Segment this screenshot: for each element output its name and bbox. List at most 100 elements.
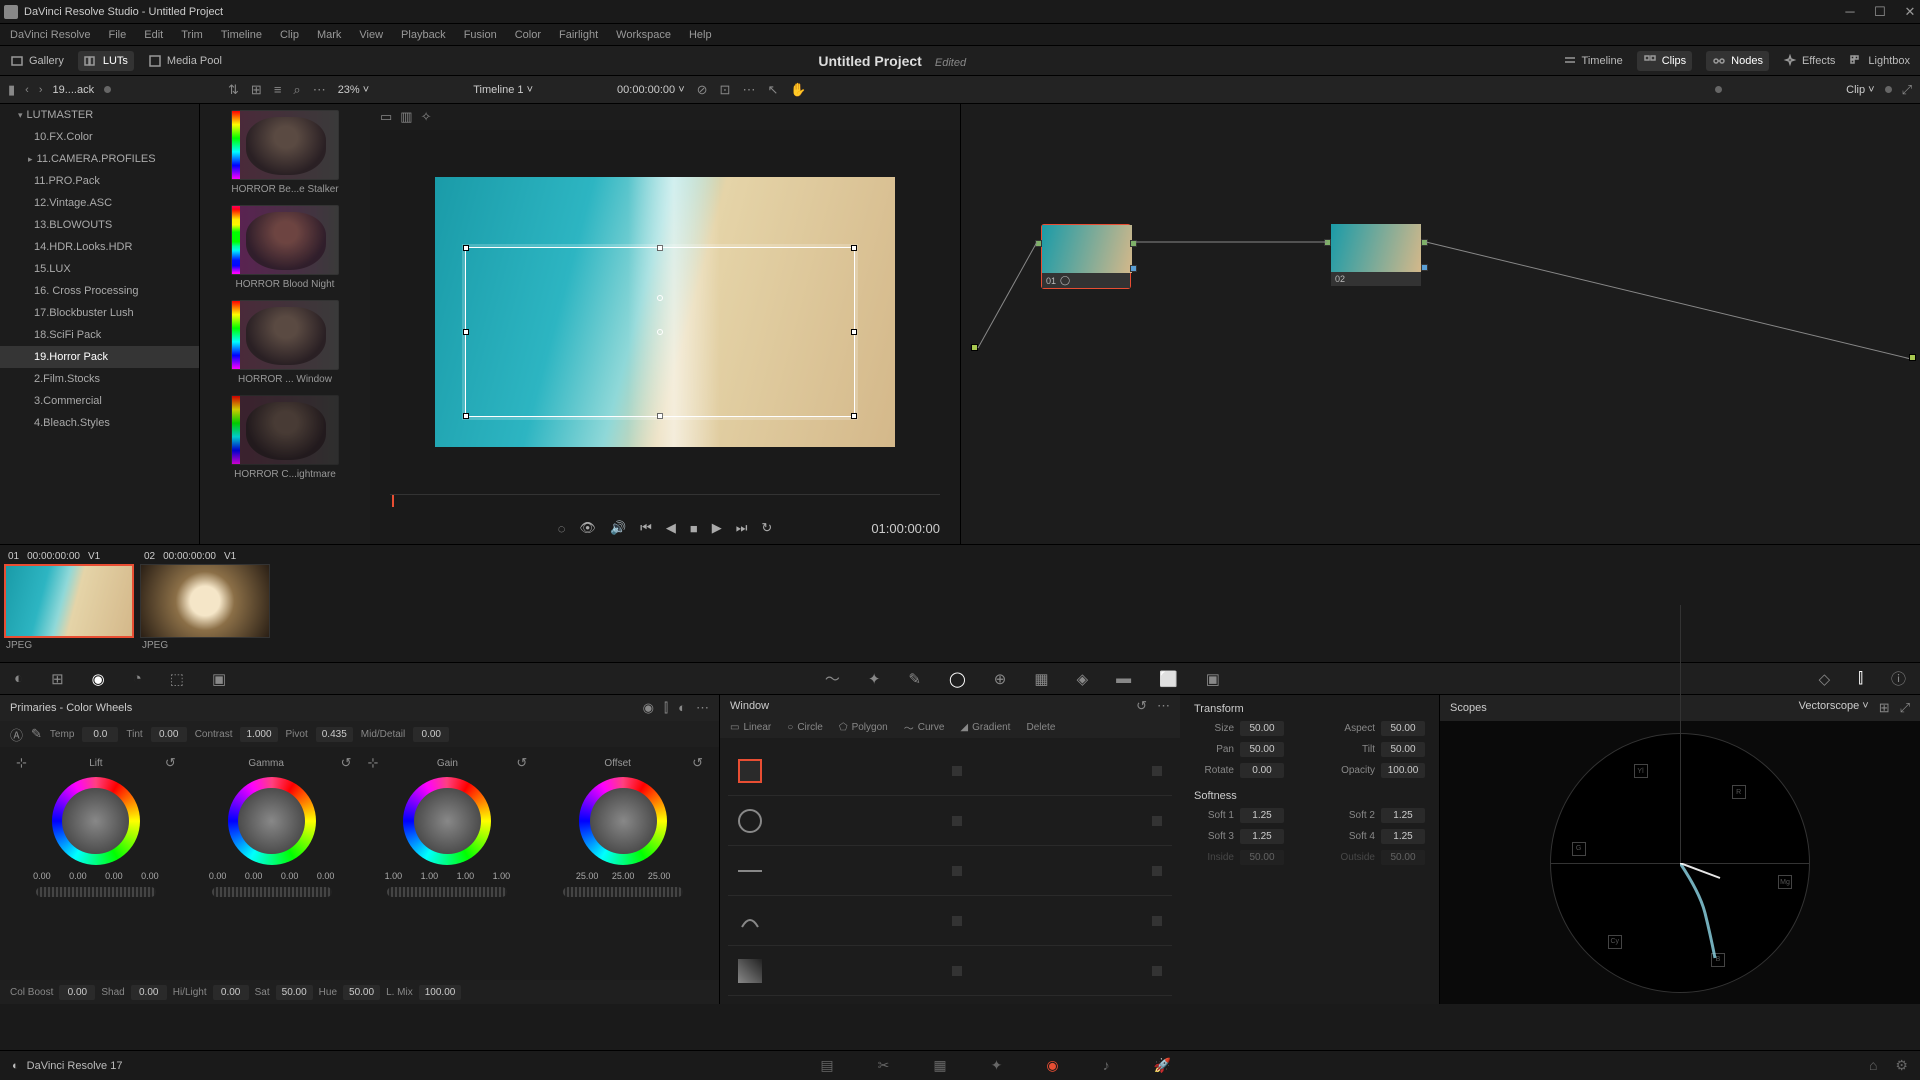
output-port[interactable]: [1909, 354, 1916, 361]
primaries-more-button[interactable]: ⋯: [696, 700, 709, 716]
menu-fusion[interactable]: Fusion: [464, 29, 497, 41]
cut-page-button[interactable]: ✂: [878, 1057, 890, 1074]
shape-row-curve[interactable]: [728, 896, 1172, 946]
shape-row-rect[interactable]: [728, 746, 1172, 796]
shape-invert[interactable]: [1152, 766, 1162, 776]
nav-back-button[interactable]: ‹: [25, 84, 29, 96]
camera-raw-icon[interactable]: ◐: [14, 670, 23, 687]
clip-item-02[interactable]: 0200:00:00:00V1 JPEG: [140, 549, 270, 653]
linear-tool[interactable]: ▭Linear: [730, 722, 771, 733]
sidebar-item[interactable]: 17.Blockbuster Lush: [0, 302, 199, 324]
shape-row-circle[interactable]: [728, 796, 1172, 846]
sidebar-item[interactable]: 14.HDR.Looks.HDR: [0, 236, 199, 258]
loop-button[interactable]: ↻: [761, 520, 772, 536]
scopes-toggle-icon[interactable]: ⫿: [1858, 670, 1863, 687]
playhead[interactable]: [392, 495, 394, 507]
shape-toggle[interactable]: [952, 816, 962, 826]
hdr-icon[interactable]: ◔: [133, 670, 142, 687]
sidebar-item[interactable]: 2.Film.Stocks: [0, 368, 199, 390]
edit-page-button[interactable]: ▦: [933, 1057, 946, 1074]
shape-invert[interactable]: [1152, 916, 1162, 926]
sidebar-item[interactable]: 13.BLOWOUTS: [0, 214, 199, 236]
gamma-color-wheel[interactable]: [228, 777, 316, 865]
window-reset-button[interactable]: ↺: [1136, 698, 1147, 714]
node-alpha-port[interactable]: [1421, 264, 1428, 271]
shape-toggle[interactable]: [952, 866, 962, 876]
soft4-value[interactable]: 1.25: [1381, 829, 1425, 844]
project-settings-button[interactable]: ⚙: [1895, 1057, 1908, 1074]
fairlight-page-button[interactable]: ♪: [1103, 1057, 1110, 1074]
lut-item[interactable]: HORROR C...ightmare: [206, 395, 364, 480]
timeline-selector[interactable]: Timeline 1 ˅: [473, 84, 533, 96]
soft2-value[interactable]: 1.25: [1381, 808, 1425, 823]
sort-button[interactable]: ⇅: [228, 82, 239, 98]
color-page-button[interactable]: ◉: [1046, 1057, 1058, 1074]
sidebar-item[interactable]: 3.Commercial: [0, 390, 199, 412]
menu-davinci[interactable]: DaVinci Resolve: [10, 29, 91, 41]
log-mode-button[interactable]: ◐: [678, 700, 686, 716]
menu-file[interactable]: File: [109, 29, 127, 41]
aspect-value[interactable]: 50.00: [1381, 721, 1425, 736]
3d-icon[interactable]: ▣: [1206, 670, 1220, 688]
source-port[interactable]: [971, 344, 978, 351]
lut-item[interactable]: HORROR Be...e Stalker: [206, 110, 364, 195]
hue-value[interactable]: 50.00: [343, 985, 380, 1000]
media-page-button[interactable]: ▤: [820, 1057, 833, 1074]
scope-type-selector[interactable]: Vectorscope ˅: [1799, 700, 1869, 716]
soft1-value[interactable]: 1.25: [1240, 808, 1284, 823]
magic-mask-icon[interactable]: ▦: [1034, 670, 1048, 688]
gain-jog[interactable]: [387, 887, 507, 897]
search-button[interactable]: ⌕: [293, 82, 300, 98]
scope-selector[interactable]: Clip ˅: [1846, 84, 1874, 96]
close-button[interactable]: ✕: [1904, 6, 1916, 18]
luts-button[interactable]: LUTs: [78, 51, 134, 71]
sizing-icon[interactable]: ⬜: [1159, 670, 1178, 688]
step-back-button[interactable]: ◀: [666, 520, 676, 536]
node-output-port[interactable]: [1421, 239, 1428, 246]
polygon-tool[interactable]: ⬠Polygon: [839, 722, 888, 733]
gain-color-wheel[interactable]: [403, 777, 491, 865]
effects-button[interactable]: Effects: [1783, 54, 1835, 68]
viewer-canvas[interactable]: [370, 130, 960, 494]
menu-color[interactable]: Color: [515, 29, 541, 41]
power-window-rect[interactable]: [465, 247, 855, 417]
color-match-icon[interactable]: ⊞: [51, 670, 64, 688]
info-icon[interactable]: ⓘ: [1891, 668, 1906, 689]
scope-expand-button[interactable]: ⤢: [1900, 700, 1910, 716]
menu-fairlight[interactable]: Fairlight: [559, 29, 598, 41]
delete-tool[interactable]: Delete: [1026, 722, 1055, 733]
shape-toggle[interactable]: [952, 966, 962, 976]
curve-tool[interactable]: 〜Curve: [904, 720, 945, 735]
viewer-more-button[interactable]: ⋯: [742, 82, 755, 98]
window-icon[interactable]: ◯: [949, 670, 966, 688]
bars-mode-button[interactable]: ⫿: [664, 700, 668, 716]
lut-thumbnail-grid[interactable]: HORROR Be...e Stalker HORROR Blood Night…: [200, 104, 370, 544]
viewer-split-button[interactable]: ▥: [400, 109, 412, 125]
fusion-page-button[interactable]: ✦: [991, 1057, 1003, 1074]
shape-toggle[interactable]: [952, 916, 962, 926]
grid-view-button[interactable]: ⊞: [251, 82, 262, 98]
bypass-button[interactable]: ⊘: [697, 82, 708, 98]
sidebar-item-active[interactable]: 19.Horror Pack: [0, 346, 199, 368]
wheels-mode-button[interactable]: ◉: [643, 700, 654, 716]
more-button[interactable]: ⋯: [313, 82, 326, 98]
circle-tool[interactable]: ○Circle: [787, 722, 823, 733]
sidebar-item[interactable]: 18.SciFi Pack: [0, 324, 199, 346]
node-02[interactable]: 02: [1331, 224, 1421, 286]
sidebar-item[interactable]: 11.PRO.Pack: [0, 170, 199, 192]
sidebar-item[interactable]: 4.Bleach.Styles: [0, 412, 199, 434]
clip-item-01[interactable]: 0100:00:00:00V1 JPEG: [4, 549, 134, 653]
node-output-port[interactable]: [1130, 240, 1137, 247]
middetail-value[interactable]: 0.00: [413, 727, 449, 742]
deliver-page-button[interactable]: 🚀: [1154, 1057, 1171, 1074]
clips-button[interactable]: Clips: [1637, 51, 1692, 71]
list-view-button[interactable]: ≡: [274, 82, 282, 97]
next-clip-button[interactable]: ⏭: [736, 520, 748, 536]
node-01[interactable]: 01◯: [1041, 224, 1131, 289]
primaries-icon[interactable]: ◉: [92, 670, 105, 688]
pan-button[interactable]: ✋: [790, 82, 806, 98]
pivot-value[interactable]: 0.435: [316, 727, 353, 742]
timeline-button[interactable]: Timeline: [1563, 54, 1623, 68]
key-icon[interactable]: ▬: [1116, 670, 1131, 687]
viewer-scrubber[interactable]: [390, 494, 940, 512]
